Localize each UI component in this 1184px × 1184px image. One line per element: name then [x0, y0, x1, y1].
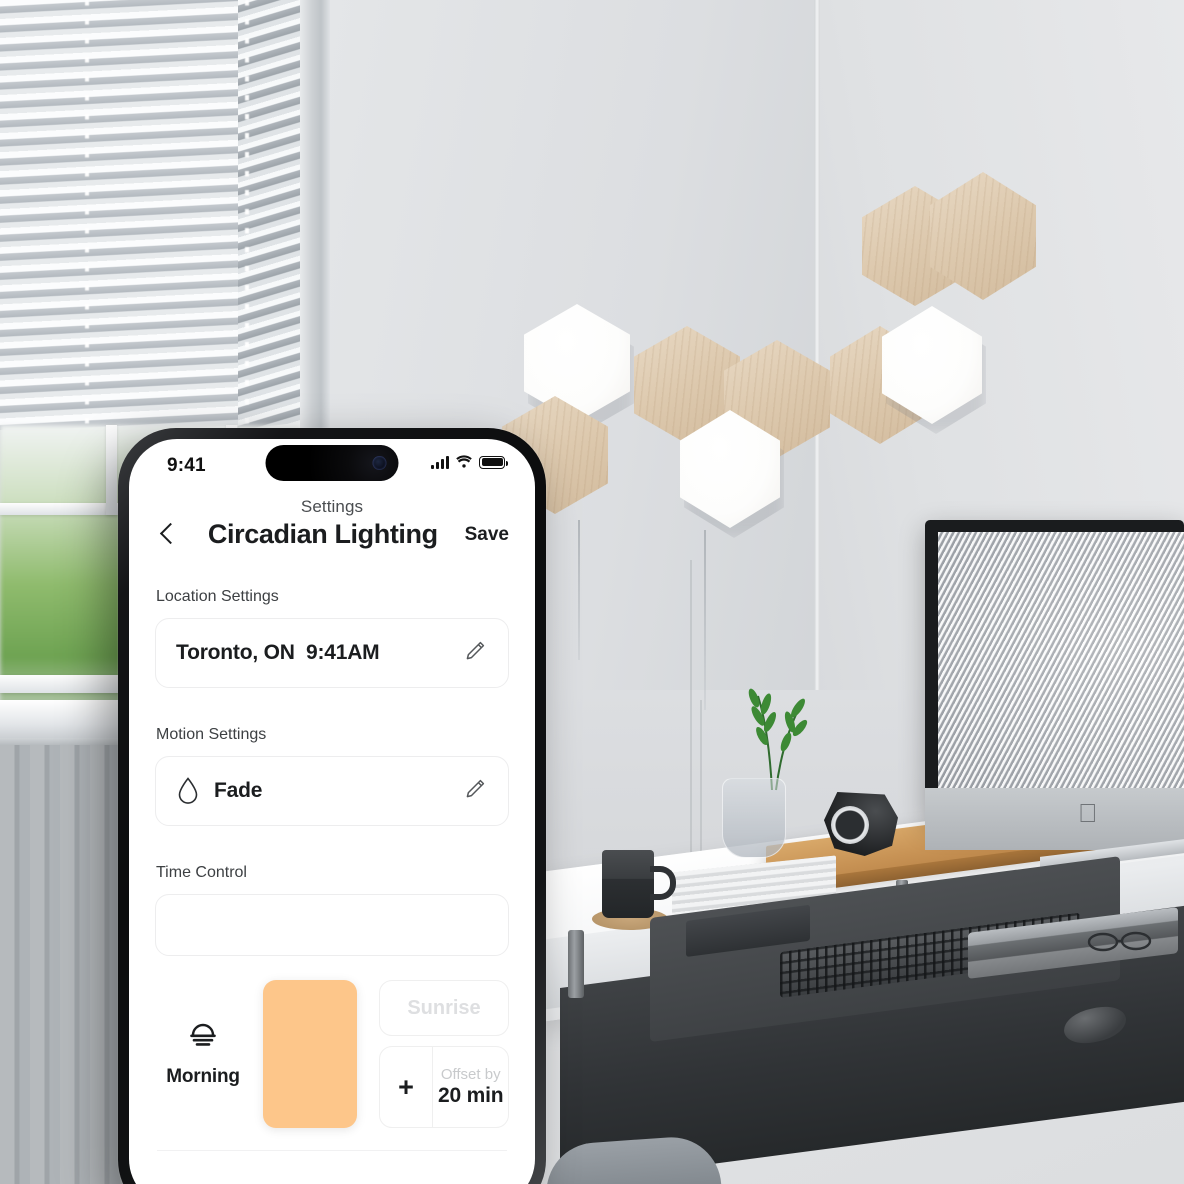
- desk-leg-left: [568, 930, 584, 998]
- motion-card[interactable]: Fade: [155, 756, 509, 826]
- glass-vase: [722, 778, 786, 858]
- period-label: Morning: [166, 1065, 240, 1087]
- panel-cable-1: [704, 530, 706, 710]
- status-time: 9:41: [167, 455, 206, 476]
- status-indicators: [431, 455, 508, 469]
- schedule-row: Morning Sunrise + Offset by 20 min: [155, 980, 509, 1128]
- schedule-controls: Sunrise + Offset by 20 min: [379, 980, 509, 1128]
- phone-screen: 9:41 Settings Circadian Lighting Save Lo…: [129, 439, 535, 1184]
- offset-caption: Offset by: [440, 1066, 501, 1083]
- front-camera-icon: [372, 456, 387, 470]
- speaker-cone: [831, 806, 869, 844]
- offset-value-block[interactable]: Offset by 20 min: [433, 1047, 508, 1127]
- motion-value: Fade: [214, 779, 263, 802]
- offset-control: + Offset by 20 min: [379, 1046, 509, 1128]
- panel-cable-2: [578, 520, 580, 660]
- sash-bar-v1: [106, 425, 117, 515]
- breadcrumb-settings: Settings: [300, 497, 364, 516]
- color-swatch[interactable]: [263, 980, 357, 1128]
- list-divider: [157, 1150, 507, 1152]
- plant-leaves: [714, 682, 824, 792]
- navigation-bar: Settings Circadian Lighting Save: [129, 495, 535, 550]
- trigger-select[interactable]: Sunrise: [379, 980, 509, 1036]
- wall-seam-1: [690, 560, 692, 890]
- blind-cord-right: [246, 0, 248, 430]
- nav-row: Circadian Lighting Save: [155, 519, 509, 550]
- water-drop-icon: [176, 776, 200, 806]
- save-button[interactable]: Save: [465, 524, 509, 546]
- battery-full-icon: [479, 455, 508, 469]
- coffee-mug: [602, 850, 654, 918]
- settings-content: Location Settings Toronto, ON 9:41AM Mot…: [129, 588, 535, 1152]
- smartphone-device: 9:41 Settings Circadian Lighting Save Lo…: [118, 428, 546, 1184]
- signal-bars-icon: [431, 455, 449, 469]
- eyeglasses: [1086, 930, 1156, 952]
- scene-photo: : [0, 0, 1184, 1184]
- period-block: Morning: [155, 980, 251, 1128]
- status-bar: 9:41: [129, 439, 535, 495]
- plant-svg: [748, 688, 808, 791]
- sunrise-icon: [186, 1021, 220, 1054]
- location-settings-label: Location Settings: [156, 588, 279, 605]
- time-control-field[interactable]: [155, 894, 509, 956]
- offset-value: 20 min: [438, 1084, 504, 1107]
- back-button[interactable]: [155, 520, 181, 550]
- imac-display: [938, 532, 1184, 788]
- time-control-label: Time Control: [156, 864, 247, 881]
- pencil-icon[interactable]: [462, 776, 488, 807]
- wifi-icon: [456, 455, 472, 468]
- eyeglasses-svg: [1087, 931, 1152, 952]
- location-card[interactable]: Toronto, ON 9:41AM: [155, 618, 509, 688]
- motion-settings-label: Motion Settings: [156, 726, 267, 743]
- apple-logo-icon: : [1078, 800, 1100, 826]
- imac-chin: [925, 788, 1184, 850]
- location-value: Toronto, ON 9:41AM: [176, 641, 380, 664]
- page-title: Circadian Lighting: [207, 519, 438, 549]
- trigger-placeholder: Sunrise: [407, 996, 481, 1019]
- blind-cord-left: [86, 0, 88, 430]
- offset-add-button[interactable]: +: [380, 1047, 432, 1127]
- pencil-icon[interactable]: [462, 638, 488, 669]
- dynamic-island: [265, 445, 399, 481]
